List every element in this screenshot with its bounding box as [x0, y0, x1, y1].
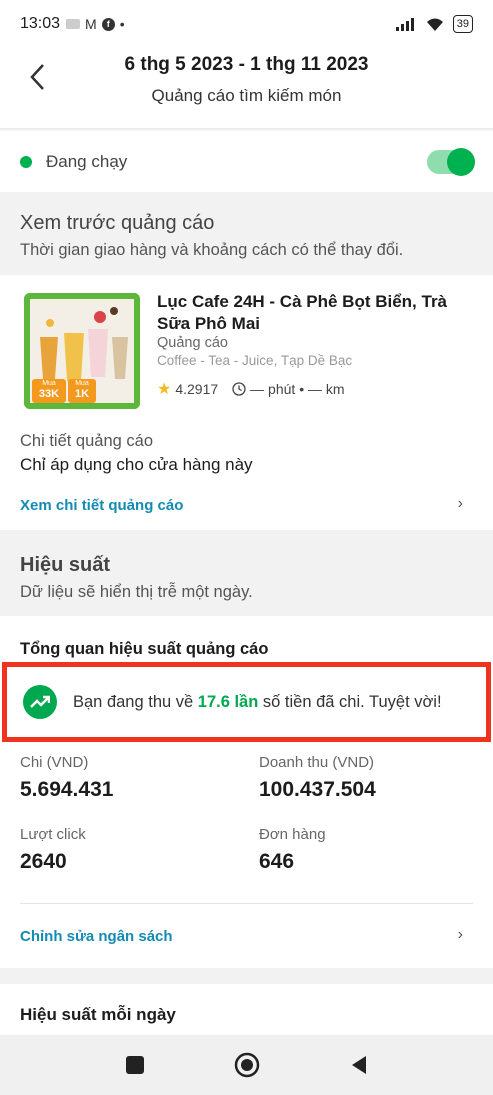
- toggle-knob: [447, 148, 475, 176]
- status-dot-icon: [20, 156, 32, 168]
- clicks-value: 2640: [20, 850, 67, 873]
- overview-title: Tổng quan hiệu suất quảng cáo: [20, 640, 269, 658]
- edit-budget-link[interactable]: Chỉnh sửa ngân sách: [20, 928, 173, 945]
- ad-detail-text: Chỉ áp dụng cho cửa hàng này: [20, 455, 253, 474]
- wifi-icon: [426, 18, 443, 31]
- store-categories: Coffee - Tea - Juice, Tạp Dề Bạc: [157, 353, 353, 368]
- spend-value: 5.694.431: [20, 778, 114, 801]
- revenue-value: 100.437.504: [259, 778, 376, 801]
- store-name: Lục Cafe 24H - Cà Phê Bọt Biển, Trà Sữa …: [157, 292, 448, 333]
- preview-title: Xem trước quảng cáo: [20, 212, 215, 234]
- facebook-icon: f: [101, 17, 115, 31]
- recents-button[interactable]: [120, 1050, 150, 1080]
- header: 6 thg 5 2023 - 1 thg 11 2023 Quảng cáo t…: [0, 48, 493, 128]
- battery-icon: 39: [452, 15, 473, 33]
- store-meta: ★ 4.2917 — phút • — km: [157, 379, 345, 399]
- spend-label: Chi (VND): [20, 754, 89, 771]
- home-circle-icon: [234, 1052, 259, 1078]
- gmail-icon: M: [85, 16, 97, 32]
- store-thumbnail: Mua 33K Mua 1K: [24, 293, 140, 409]
- performance-section-header: Hiệu suất Dữ liệu sẽ hiển thị trễ một ng…: [0, 530, 493, 616]
- triangle-back-icon: [351, 1056, 366, 1074]
- trending-up-icon: [23, 685, 57, 719]
- square-icon: [125, 1056, 144, 1074]
- campaign-status-row: Đang chạy: [0, 132, 493, 192]
- eta-distance: — phút • — km: [250, 381, 345, 397]
- chevron-right-icon[interactable]: ›: [458, 495, 463, 513]
- notification-app-icon: [66, 19, 81, 29]
- promo-badge-2: Mua 1K: [68, 379, 96, 403]
- clock-icon: [232, 382, 246, 396]
- campaign-toggle[interactable]: [427, 148, 475, 176]
- page-subtitle: Quảng cáo tìm kiếm món: [151, 86, 342, 105]
- more-dot-icon: •: [119, 16, 125, 32]
- daily-performance-title: Hiệu suất mỗi ngày: [20, 1005, 176, 1024]
- home-button[interactable]: [232, 1050, 262, 1080]
- status-time: 13:03: [20, 15, 61, 32]
- page-title: 6 thg 5 2023 - 1 thg 11 2023: [124, 54, 369, 75]
- performance-title: Hiệu suất: [20, 554, 111, 576]
- chevron-right-icon[interactable]: ›: [458, 926, 463, 944]
- star-icon: ★: [157, 381, 172, 398]
- ad-preview-card: Mua 33K Mua 1K Lục Cafe 24H - Cà Phê Bọt…: [0, 275, 493, 530]
- system-nav-bar: [0, 1035, 493, 1095]
- signal-icon: [395, 18, 414, 31]
- ad-type-label: Quảng cáo: [157, 335, 228, 351]
- orders-value: 646: [259, 850, 295, 873]
- roi-multiplier: 17.6 lần: [197, 692, 259, 711]
- section-gap: [0, 968, 493, 984]
- roi-highlight-box: Bạn đang thu về 17.6 lần số tiền đã chi.…: [2, 662, 491, 742]
- rating-value: 4.2917: [175, 381, 219, 397]
- ad-detail-label: Chi tiết quảng cáo: [20, 432, 154, 450]
- orders-label: Đơn hàng: [259, 826, 326, 843]
- divider: [20, 903, 473, 904]
- back-nav-button[interactable]: [344, 1050, 374, 1080]
- preview-section-header: Xem trước quảng cáo Thời gian giao hàng …: [0, 192, 493, 275]
- performance-subtitle: Dữ liệu sẽ hiển thị trễ một ngày.: [20, 583, 253, 601]
- promo-badge-1: Mua 33K: [32, 379, 66, 403]
- clicks-label: Lượt click: [20, 826, 86, 843]
- status-label: Đang chạy: [46, 152, 128, 171]
- revenue-label: Doanh thu (VND): [259, 754, 375, 771]
- roi-message: Bạn đang thu về 17.6 lần số tiền đã chi.…: [73, 692, 442, 711]
- view-ad-details-link[interactable]: Xem chi tiết quảng cáo: [20, 497, 183, 514]
- preview-subtitle: Thời gian giao hàng và khoảng cách có th…: [20, 241, 404, 259]
- status-bar: 13:03 M f • 39: [0, 0, 493, 48]
